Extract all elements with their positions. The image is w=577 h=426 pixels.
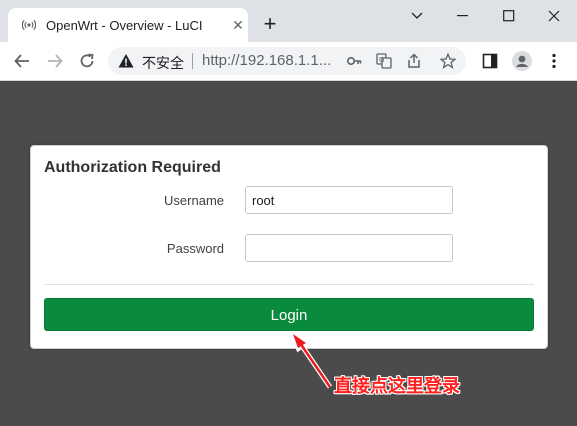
login-button[interactable]: Login [44, 298, 534, 331]
browser-tabstrip: OpenWrt - Overview - LuCI ✕ + [0, 0, 577, 42]
close-window-icon[interactable] [531, 0, 577, 32]
warning-icon[interactable] [118, 53, 134, 69]
username-input[interactable] [245, 186, 453, 214]
username-label: Username [164, 193, 224, 208]
security-status-label: 不安全 [142, 55, 184, 71]
profile-icon[interactable] [511, 50, 533, 72]
login-card: Authorization Required Username Password… [30, 145, 548, 349]
chevron-down-icon[interactable] [394, 0, 440, 32]
url-text[interactable]: http://192.168.1.1... [202, 52, 331, 69]
card-divider [44, 284, 534, 285]
password-input[interactable] [245, 234, 453, 262]
login-title: Authorization Required [44, 159, 221, 176]
page-content: Authorization Required Username Password… [0, 81, 577, 426]
password-label: Password [166, 241, 224, 256]
close-tab-icon[interactable]: ✕ [230, 17, 246, 33]
maximize-icon[interactable] [486, 0, 532, 32]
svg-text:G: G [379, 56, 384, 64]
translate-icon[interactable]: G [376, 53, 392, 69]
minimize-icon[interactable] [440, 0, 486, 32]
address-bar[interactable]: 不安全 http://192.168.1.1... G [108, 47, 466, 75]
key-icon[interactable] [346, 53, 362, 69]
omnibox-divider [192, 53, 193, 69]
browser-toolbar: 不安全 http://192.168.1.1... G [0, 42, 577, 81]
new-tab-button[interactable]: + [258, 13, 282, 37]
share-icon[interactable] [406, 53, 422, 69]
star-icon[interactable] [439, 52, 457, 69]
sidepanel-icon[interactable] [479, 50, 501, 72]
forward-icon[interactable] [44, 50, 66, 72]
tab-title: OpenWrt - Overview - LuCI [46, 18, 203, 33]
reload-icon[interactable] [76, 50, 98, 72]
tab-openwrt[interactable]: OpenWrt - Overview - LuCI ✕ [8, 8, 248, 42]
wifi-broadcast-icon [21, 18, 37, 32]
annotation-text: 直接点这里登录 [334, 376, 460, 396]
menu-icon[interactable] [543, 50, 565, 72]
back-icon[interactable] [11, 50, 33, 72]
